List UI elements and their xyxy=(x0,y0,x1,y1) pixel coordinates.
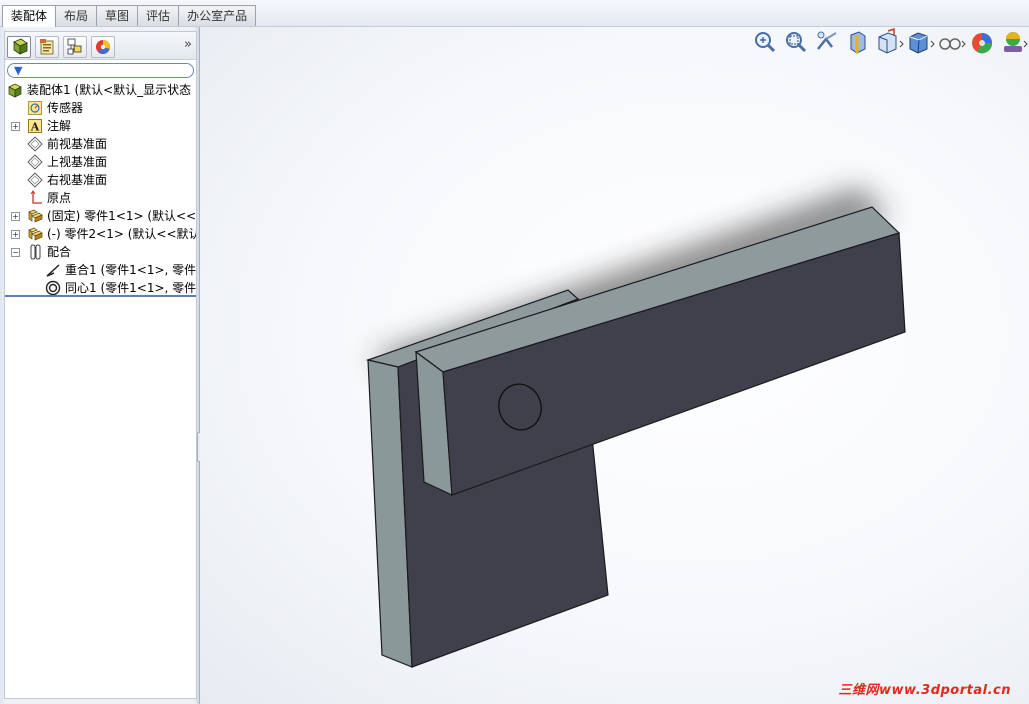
feature-manager-icon xyxy=(13,38,28,55)
mates-icon xyxy=(30,244,41,260)
display-style-button[interactable] xyxy=(905,27,936,59)
apply-scene-button[interactable] xyxy=(998,27,1029,59)
expand-toggle[interactable]: + xyxy=(11,212,20,221)
tree-label: 传感器 xyxy=(47,101,84,115)
previous-view-icon xyxy=(817,31,837,50)
property-manager-icon xyxy=(40,39,54,55)
edit-appearance-button[interactable] xyxy=(967,27,998,59)
tree-filter[interactable]: ▼ xyxy=(7,63,194,78)
tree-label: (固定) 零件1<1> (默认<<默 xyxy=(47,209,196,223)
tree-item-part1[interactable]: + (固定) 零件1<1> (默认<<默 xyxy=(5,207,196,225)
tab-sketch[interactable]: 草图 xyxy=(96,5,139,26)
configuration-manager-icon xyxy=(67,38,82,55)
display-manager-icon xyxy=(96,40,110,54)
tree-item-annotations[interactable]: + A 注解 xyxy=(5,117,196,135)
tab-assembly[interactable]: 装配体 xyxy=(2,5,57,27)
tab-evaluate[interactable]: 评估 xyxy=(137,5,180,26)
tree-label: 注解 xyxy=(47,119,72,133)
expand-toggle[interactable]: + xyxy=(11,122,20,131)
previous-view-button[interactable] xyxy=(812,27,843,59)
hide-show-items-icon xyxy=(939,38,966,50)
feature-manager-panel: » ▼ 装配体1 (默认<默认_显示状态 传感器 + A 注解 前视基准面 上视… xyxy=(4,31,197,699)
tree-label: 重合1 (零件1<1>, 零件2< xyxy=(65,263,196,277)
part-icon xyxy=(28,227,43,241)
assembly-icon xyxy=(8,83,22,98)
part-icon xyxy=(28,209,43,223)
watermark-text: 三维网www.3dportal.cn xyxy=(838,683,1011,698)
tree-label: 配合 xyxy=(47,245,72,259)
hide-show-items-button[interactable] xyxy=(936,27,967,59)
section-view-button[interactable] xyxy=(843,27,874,59)
tree-item-origin[interactable]: 原点 xyxy=(5,189,196,207)
display-style-icon xyxy=(909,32,935,54)
tree-label: 原点 xyxy=(47,191,72,205)
command-manager-tabs: 装配体 布局 草图 评估 办公室产品 xyxy=(2,5,257,27)
tree-item-part2[interactable]: + (-) 零件2<1> (默认<<默认> xyxy=(5,225,196,243)
edit-appearance-icon xyxy=(972,33,993,54)
concentric-icon xyxy=(45,280,61,296)
plane-icon xyxy=(27,172,43,188)
part2-body[interactable] xyxy=(414,206,906,496)
apply-scene-icon xyxy=(1004,32,1028,52)
graphics-area[interactable]: 三维网www.3dportal.cn xyxy=(200,27,1029,704)
zoom-to-area-button[interactable] xyxy=(781,27,812,59)
annotation-icon: A xyxy=(28,119,42,134)
feature-manager-tabs: » xyxy=(5,32,196,60)
tree-label: 装配体1 (默认<默认_显示状态 xyxy=(27,83,192,97)
left-panel: » ▼ 装配体1 (默认<默认_显示状态 传感器 + A 注解 前视基准面 上视… xyxy=(0,27,200,704)
section-view-icon xyxy=(850,31,866,54)
collapse-toggle[interactable]: − xyxy=(11,248,20,257)
zoom-to-area-icon xyxy=(786,32,807,53)
tab-layout[interactable]: 布局 xyxy=(55,5,98,26)
plane-icon xyxy=(27,154,43,170)
coincident-icon xyxy=(46,264,60,277)
tree-label: 前视基准面 xyxy=(47,137,108,151)
expand-toggle[interactable]: + xyxy=(11,230,20,239)
filter-icon: ▼ xyxy=(14,64,23,77)
tree-item-top-plane[interactable]: 上视基准面 xyxy=(5,153,196,171)
plane-icon xyxy=(27,136,43,152)
origin-icon xyxy=(30,190,42,204)
tab-office-products[interactable]: 办公室产品 xyxy=(178,5,257,26)
tree-item-sensors[interactable]: 传感器 xyxy=(5,99,196,117)
tree-bottom-divider xyxy=(5,295,196,297)
feature-manager-tab[interactable] xyxy=(7,36,31,58)
property-manager-tab[interactable] xyxy=(35,36,59,58)
tree-label: 右视基准面 xyxy=(47,173,108,187)
expand-panel-icon[interactable]: » xyxy=(184,37,192,52)
tree-item-assembly[interactable]: 装配体1 (默认<默认_显示状态 xyxy=(5,81,196,99)
feature-tree: 装配体1 (默认<默认_显示状态 传感器 + A 注解 前视基准面 上视基准面 … xyxy=(5,81,196,297)
heads-up-view-toolbar xyxy=(750,27,1029,61)
view-orientation-button[interactable] xyxy=(874,27,905,59)
zoom-to-fit-icon xyxy=(755,32,776,53)
tree-item-right-plane[interactable]: 右视基准面 xyxy=(5,171,196,189)
tree-item-front-plane[interactable]: 前视基准面 xyxy=(5,135,196,153)
assembly-model[interactable] xyxy=(200,27,1029,704)
configuration-manager-tab[interactable] xyxy=(63,36,87,58)
zoom-to-fit-button[interactable] xyxy=(750,27,781,59)
tree-label: 上视基准面 xyxy=(47,155,108,169)
sensor-icon xyxy=(28,101,42,115)
tree-item-coincident1[interactable]: 重合1 (零件1<1>, 零件2< xyxy=(5,261,196,279)
svg-text:A: A xyxy=(30,121,40,134)
tree-label: (-) 零件2<1> (默认<<默认> xyxy=(47,227,196,241)
command-manager-tabbar: 装配体 布局 草图 评估 办公室产品 xyxy=(0,0,1029,27)
view-orientation-icon xyxy=(878,27,904,54)
display-manager-tab[interactable] xyxy=(91,36,115,58)
tree-item-mates[interactable]: − 配合 xyxy=(5,243,196,261)
